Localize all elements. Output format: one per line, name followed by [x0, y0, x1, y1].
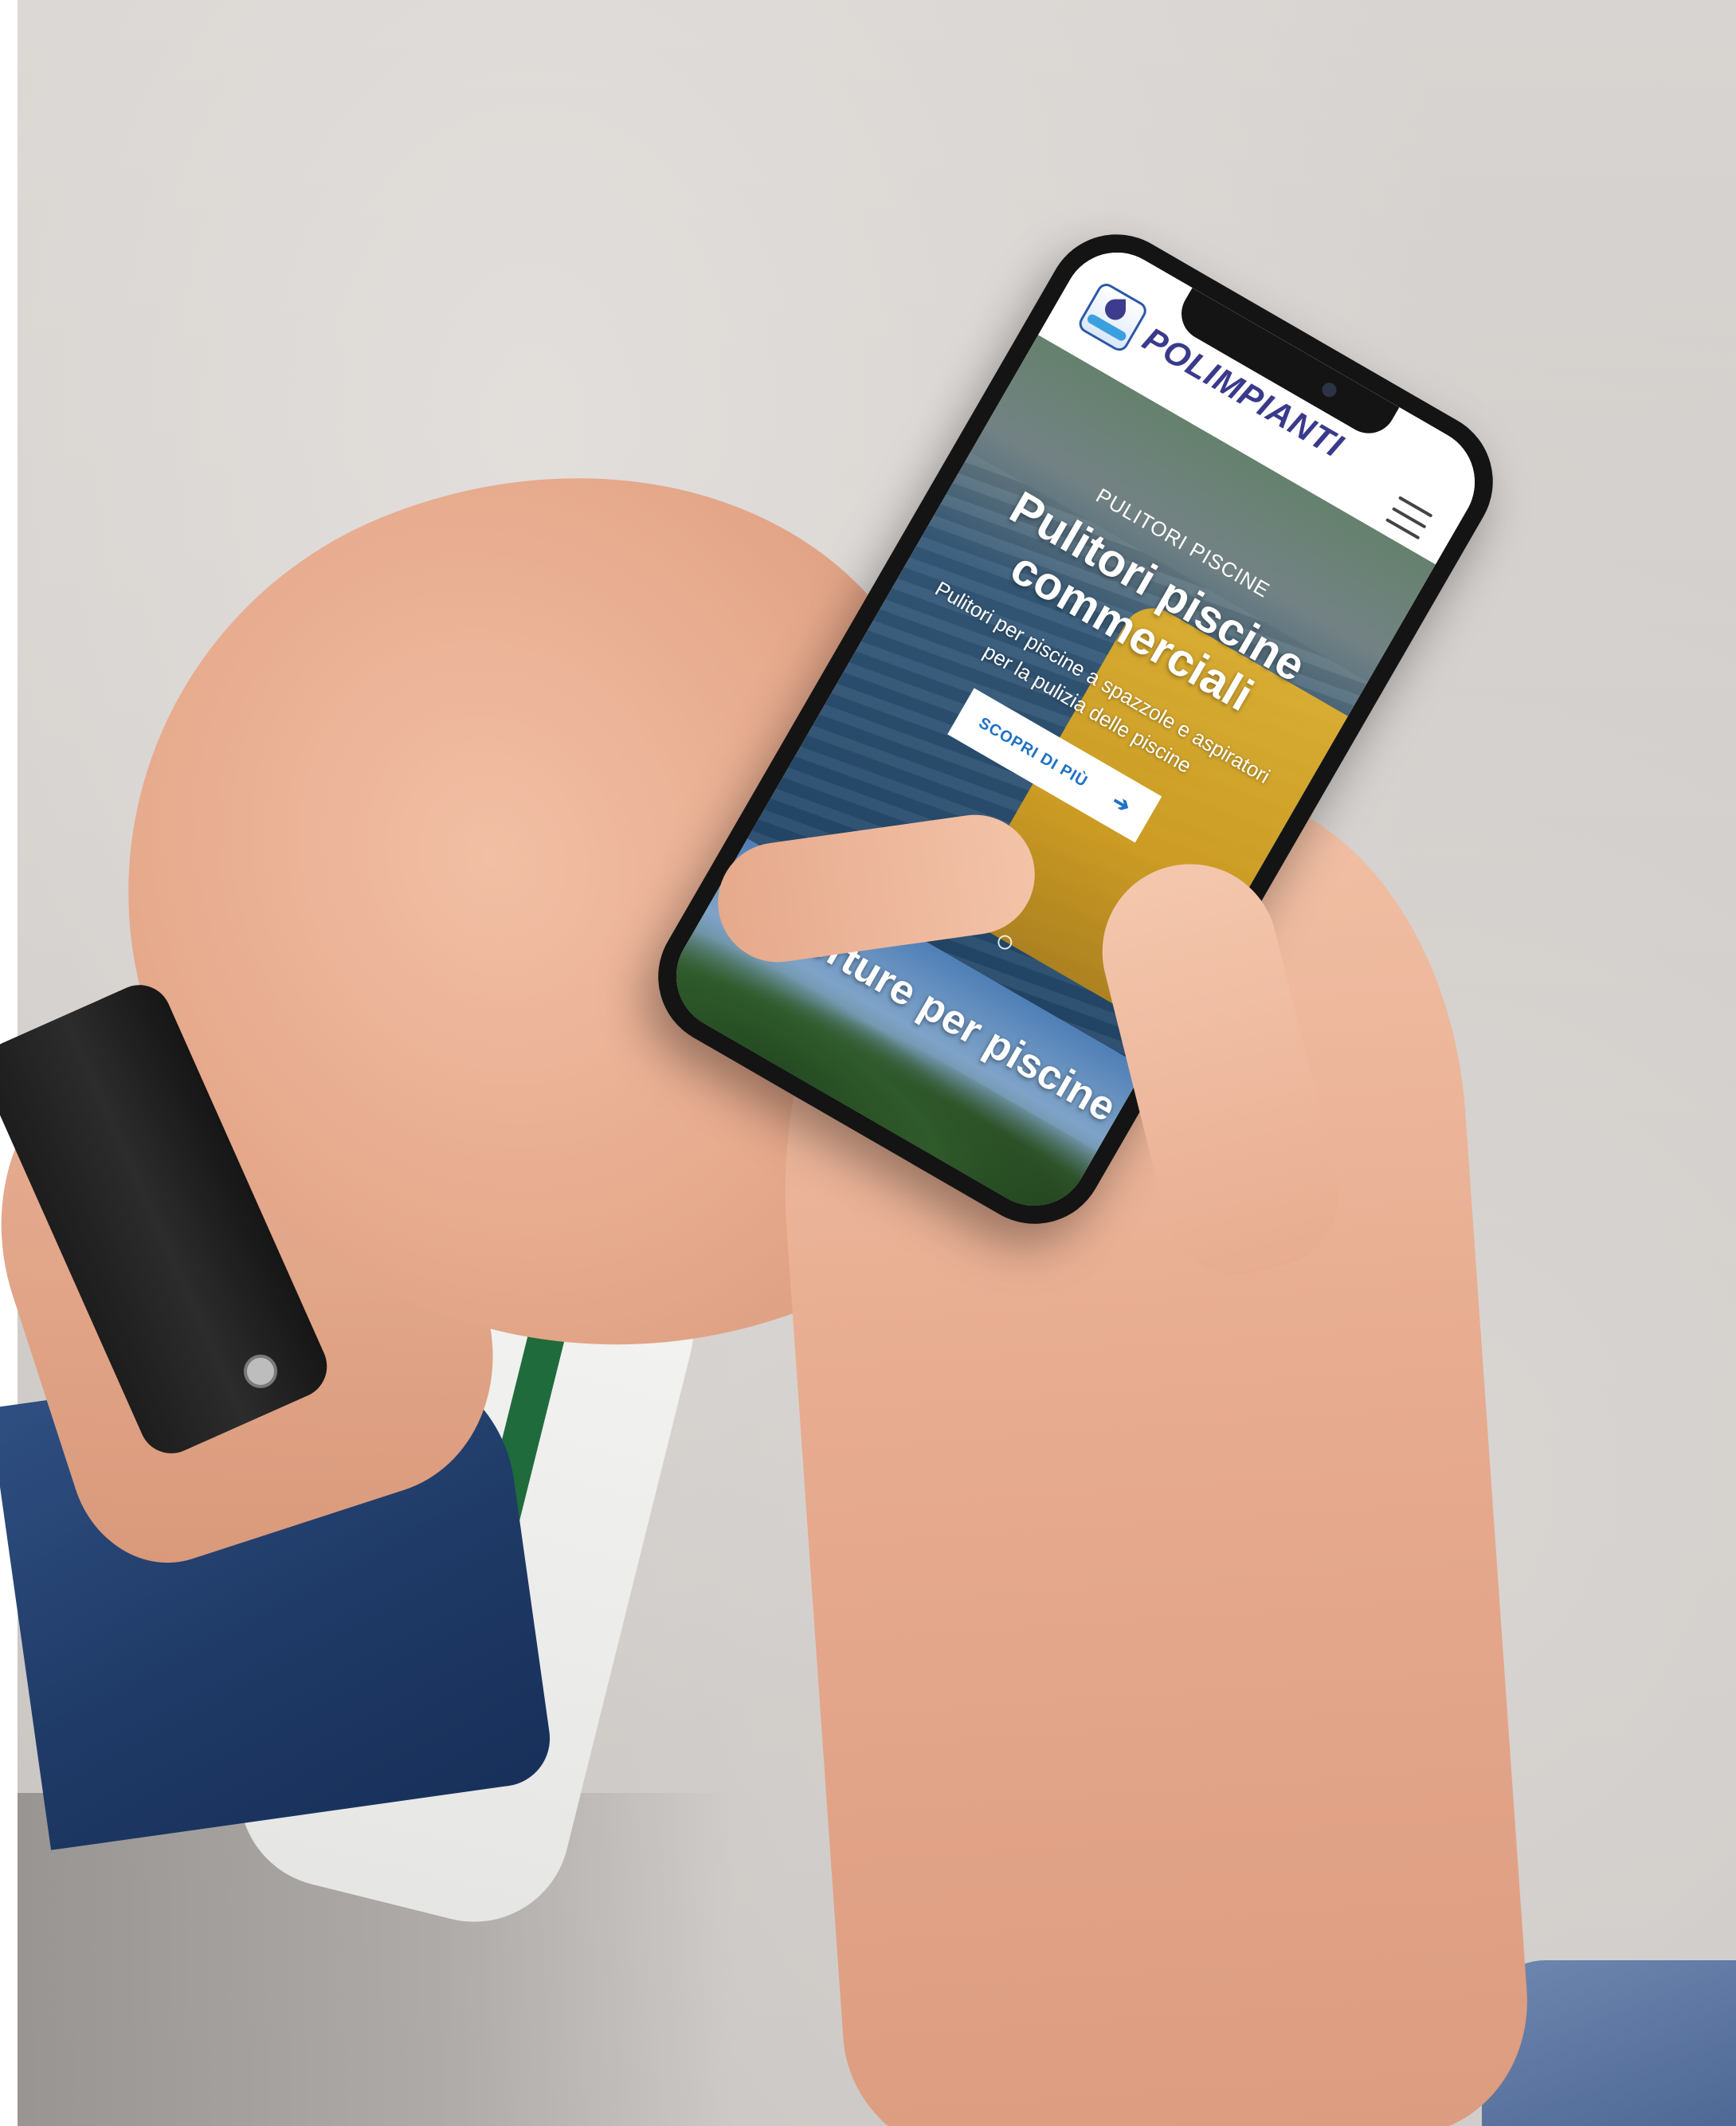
polimpianti-logo-icon — [1076, 280, 1150, 355]
arrow-right-icon: ➔ — [1107, 789, 1136, 819]
watch-stud — [244, 1355, 277, 1388]
camera-icon — [1319, 379, 1339, 400]
photo-scene: POLIMPIANTI PULITORI PISCINE Pulitori pi… — [0, 0, 1736, 2126]
hamburger-menu-icon[interactable] — [1385, 496, 1433, 540]
logo-leaf-shape — [1104, 299, 1126, 320]
